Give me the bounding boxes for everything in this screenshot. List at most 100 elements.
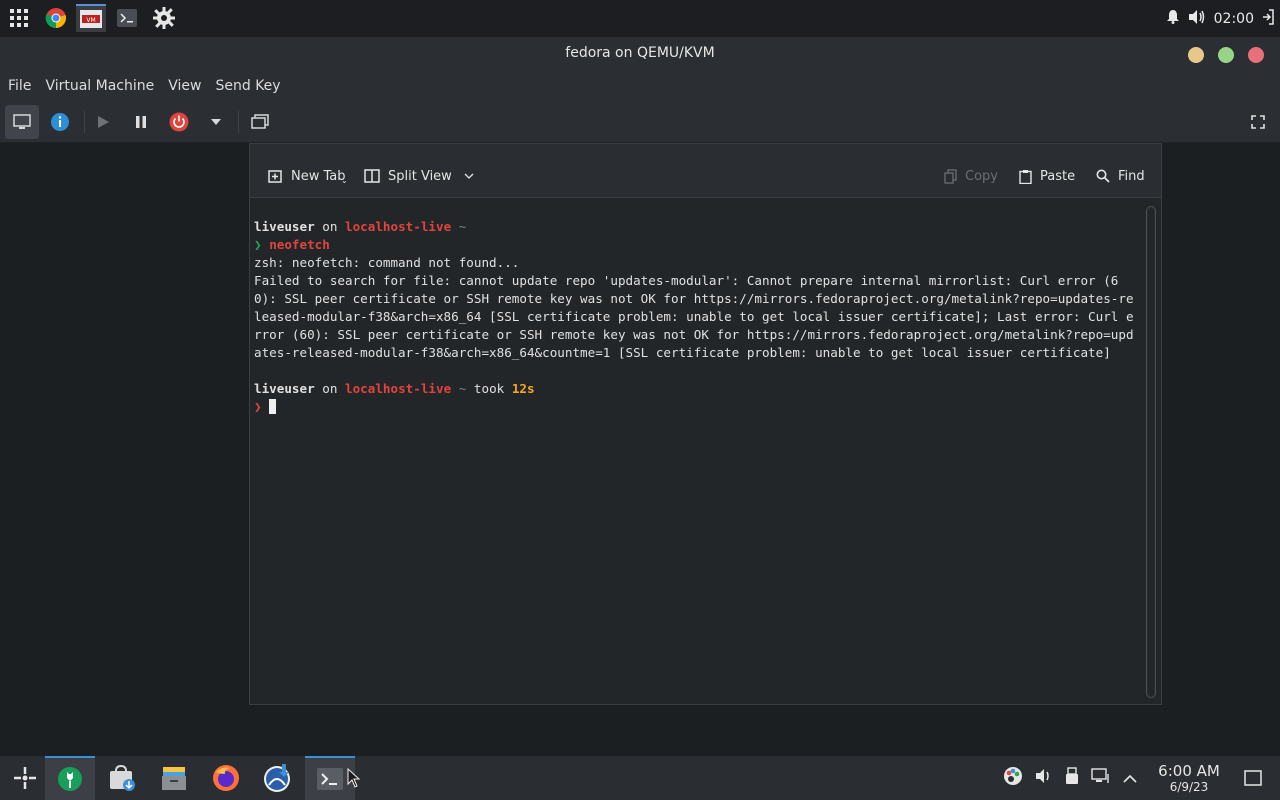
prompt-line-2: liveuser on localhost-live ~ took 12s: [254, 380, 1138, 398]
konsole-window[interactable]: New Tab ⌄ Split View Copy Paste Find liv…: [249, 143, 1162, 705]
paste-button[interactable]: Paste: [1019, 166, 1075, 186]
terminal-icon[interactable]: [112, 4, 142, 32]
settings-gear-icon[interactable]: [149, 4, 179, 32]
host-top-panel: VM 02:00: [0, 0, 1280, 37]
file-manager-task[interactable]: [149, 756, 199, 800]
svg-text:VM: VM: [86, 17, 95, 24]
color-picker-icon[interactable]: [1003, 766, 1023, 790]
close-button[interactable]: [1248, 47, 1264, 63]
output-error: Failed to search for file: cannot update…: [254, 273, 1134, 360]
volume-icon[interactable]: [1035, 768, 1053, 788]
menu-bar: File Virtual Machine View Send Key: [0, 71, 1280, 101]
app-grid-icon[interactable]: [4, 4, 34, 32]
clock-time: 6:00 AM: [1158, 762, 1220, 780]
firefox-task[interactable]: [201, 756, 251, 800]
clock-date: 6/9/23: [1169, 780, 1209, 794]
tray-expand-chevron-up-icon[interactable]: [1123, 769, 1137, 788]
menu-file[interactable]: File: [8, 78, 38, 94]
copy-label: Copy: [965, 168, 998, 184]
shutdown-power-button[interactable]: [162, 105, 196, 139]
konsole-toolbar: New Tab ⌄ Split View Copy Paste Find: [250, 144, 1161, 198]
prompt-char: ❯: [254, 237, 262, 252]
wrench-icon: [58, 767, 82, 791]
chrome-icon[interactable]: [41, 4, 71, 32]
window-titlebar[interactable]: fedora on QEMU/KVM: [0, 37, 1280, 71]
maximize-button[interactable]: [1218, 47, 1234, 63]
prompt-on: on: [314, 381, 346, 396]
prompt-host: localhost-live: [345, 381, 452, 396]
chevron-down-icon[interactable]: [464, 173, 474, 179]
prompt-dir: ~: [451, 219, 467, 234]
menu-send-key[interactable]: Send Key: [215, 78, 287, 94]
search-icon: [1096, 169, 1110, 183]
vm-taskbar: 6:00 AM 6/9/23: [0, 756, 1280, 800]
prompt-line-1: liveuser on localhost-live ~: [254, 218, 1138, 236]
system-settings-task[interactable]: [45, 756, 95, 800]
active-prompt-line: ❯: [254, 398, 1138, 416]
command-text: neofetch: [269, 237, 330, 252]
new-tab-icon: [268, 170, 282, 183]
prompt-on: on: [314, 219, 346, 234]
copy-icon: [944, 168, 957, 184]
toolbar-separator: [84, 111, 85, 133]
mouse-pointer-icon: [347, 767, 361, 792]
usb-device-icon[interactable]: [1065, 767, 1079, 789]
virt-manager-taskbar-icon[interactable]: VM: [76, 4, 106, 32]
terminal-icon: [317, 768, 343, 790]
new-tab-label: New Tab: [291, 168, 346, 184]
prompt-user: liveuser: [254, 381, 315, 396]
pause-button[interactable]: [124, 105, 158, 139]
terminal-scrollbar[interactable]: [1146, 206, 1156, 698]
prompt-char: ❯: [254, 399, 262, 414]
show-desktop-icon[interactable]: [1244, 770, 1262, 790]
run-button[interactable]: [86, 105, 120, 139]
snapshots-button[interactable]: [243, 105, 277, 139]
network-wired-icon[interactable]: [1091, 768, 1111, 788]
archive-box-icon: [162, 767, 186, 790]
split-view-icon: [364, 169, 380, 183]
installer-task[interactable]: [253, 756, 303, 800]
find-label: Find: [1118, 168, 1145, 184]
prompt-dir: ~: [451, 381, 467, 396]
prompt-took: took: [466, 381, 512, 396]
paste-label: Paste: [1040, 168, 1076, 184]
shutdown-dropdown-chevron-icon[interactable]: [199, 105, 233, 139]
application-launcher-icon[interactable]: [0, 756, 50, 800]
prompt-user: liveuser: [254, 219, 315, 234]
split-view-label: Split View: [388, 168, 452, 184]
anaconda-installer-icon: [264, 764, 290, 792]
command-line: ❯ neofetch: [254, 236, 1138, 254]
text-cursor: [269, 399, 277, 414]
scrollbar-thumb[interactable]: [1148, 208, 1154, 696]
output-not-found: zsh: neofetch: command not found...: [254, 255, 520, 270]
fullscreen-button[interactable]: [1241, 105, 1275, 139]
terminal-output[interactable]: liveuser on localhost-live ~ ❯ neofetch zs…: [254, 218, 1138, 698]
toolbar-separator: [238, 111, 239, 133]
window-title: fedora on QEMU/KVM: [565, 45, 715, 61]
top-tray: 02:00: [1166, 0, 1274, 37]
shopping-bag-icon: [110, 764, 135, 791]
menu-virtual-machine[interactable]: Virtual Machine: [45, 78, 161, 94]
vm-toolbar: [0, 101, 1280, 143]
notification-bell-icon[interactable]: [1166, 9, 1180, 28]
software-store-task[interactable]: [97, 756, 147, 800]
paste-clipboard-icon: [1019, 169, 1032, 184]
menu-view[interactable]: View: [168, 78, 208, 94]
split-view-button[interactable]: Split View: [364, 166, 474, 186]
top-clock[interactable]: 02:00: [1214, 11, 1254, 27]
find-button[interactable]: Find: [1096, 166, 1145, 186]
console-view-button[interactable]: [5, 105, 39, 139]
firefox-icon: [213, 765, 239, 791]
taskbar-clock[interactable]: 6:00 AM 6/9/23: [1154, 762, 1224, 794]
power-menu-icon[interactable]: [1262, 8, 1274, 29]
details-info-button[interactable]: [43, 105, 77, 139]
minimize-button[interactable]: [1188, 47, 1204, 63]
prompt-host: localhost-live: [345, 219, 452, 234]
system-tray: [1003, 756, 1137, 800]
new-tab-button[interactable]: New Tab ⌄: [268, 166, 348, 186]
copy-button[interactable]: Copy: [944, 166, 998, 186]
prompt-duration: 12s: [511, 381, 535, 396]
volume-icon[interactable]: [1188, 9, 1206, 29]
new-tab-dropdown-icon[interactable]: ⌄: [341, 176, 348, 185]
